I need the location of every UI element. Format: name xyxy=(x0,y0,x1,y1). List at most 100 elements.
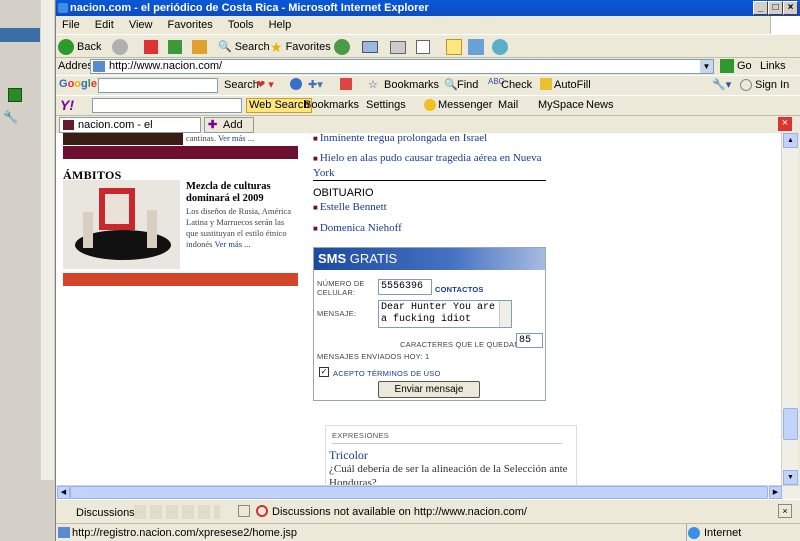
go-icon[interactable] xyxy=(720,59,734,73)
ambitos-image[interactable] xyxy=(63,180,180,269)
phone-number-field[interactable]: 5556396 xyxy=(378,279,432,295)
news-link-hielo[interactable]: Hielo en alas pudo causar tragedia aérea… xyxy=(313,152,542,179)
status-divider xyxy=(686,524,687,541)
search-button[interactable]: 🔍 Search xyxy=(218,38,270,56)
menu-tools[interactable]: Tools xyxy=(228,19,254,31)
google-find-button[interactable]: Find xyxy=(457,79,478,91)
popup-blocker-icon[interactable] xyxy=(340,78,352,90)
yahoo-news-button[interactable]: News xyxy=(586,99,614,111)
send-message-button[interactable]: Enviar mensaje xyxy=(378,381,480,398)
yahoo-web-search-button[interactable]: Web Search xyxy=(246,98,313,113)
hscroll-thumb[interactable] xyxy=(70,486,768,499)
find-icon: 🔍 xyxy=(444,79,458,91)
scroll-up-icon[interactable]: ▲ xyxy=(783,133,798,148)
tab-current[interactable]: nacion.com - el periódico de Cos... xyxy=(59,117,201,145)
address-url: http://www.nacion.com/ xyxy=(109,60,223,72)
home-icon xyxy=(192,40,207,54)
yahoo-search-input[interactable] xyxy=(92,98,242,113)
back-button[interactable]: Back xyxy=(58,38,101,56)
yahoo-myspace-button[interactable]: MySpace xyxy=(538,99,584,111)
links-button[interactable]: Links xyxy=(760,60,786,72)
menu-favorites[interactable]: Favorites xyxy=(168,19,213,31)
google-search-button[interactable]: Search xyxy=(224,79,259,91)
close-discussions-button[interactable]: × xyxy=(778,504,792,518)
menu-edit[interactable]: Edit xyxy=(95,19,114,31)
scroll-left-icon[interactable]: ◀ xyxy=(57,486,70,499)
add-tab-button[interactable]: ✚ Add Tab xyxy=(204,117,254,145)
enviados-count: 1 xyxy=(424,352,430,361)
yahoo-mail-button[interactable]: Mail xyxy=(498,99,518,111)
search-label: Search xyxy=(234,41,270,53)
menu-file[interactable]: File xyxy=(62,19,80,31)
yahoo-bookmarks-button[interactable]: Bookmarks xyxy=(304,99,359,111)
obituario-link-estelle[interactable]: Estelle Bennett xyxy=(320,201,387,213)
google-autofill-button[interactable]: AutoFill xyxy=(554,79,591,91)
go-arrow-icon xyxy=(8,88,22,102)
go-button[interactable]: Go xyxy=(737,60,752,72)
plus-icon[interactable]: ✚▾ xyxy=(308,78,323,91)
menu-view[interactable]: View xyxy=(129,19,153,31)
top-news-more-link[interactable]: Ver más ... xyxy=(218,133,254,143)
horizontal-scrollbar[interactable]: ◀ ▶ xyxy=(56,485,800,499)
terms-link[interactable]: ACEPTO TÉRMINOS DE USO xyxy=(333,369,440,378)
settings-wrench-icon[interactable]: 🔧▾ xyxy=(712,78,731,91)
close-button[interactable]: × xyxy=(783,1,798,15)
forward-button[interactable] xyxy=(112,38,128,56)
home-button[interactable] xyxy=(192,38,207,56)
ambitos-title[interactable]: Mezcla de culturas dominará el 2009 xyxy=(186,181,298,205)
scroll-thumb[interactable] xyxy=(783,408,798,440)
refresh-button[interactable] xyxy=(168,38,182,56)
google-search-input[interactable] xyxy=(98,78,218,93)
mail-button[interactable] xyxy=(362,38,378,56)
minimize-button[interactable]: _ xyxy=(753,1,768,15)
terms-checkbox[interactable]: ✓ xyxy=(319,367,329,377)
obituario-heading: OBITUARIO xyxy=(313,187,374,199)
section-divider-maroon xyxy=(63,146,298,159)
favorites-label: Favorites xyxy=(285,41,331,53)
quedan-label: CARACTERES QUE LE QUEDAN xyxy=(400,340,520,349)
google-check-button[interactable]: Check xyxy=(501,79,532,91)
top-news-snippet: cantinas. xyxy=(186,133,216,143)
google-bookmarks-button[interactable]: Bookmarks xyxy=(384,79,439,91)
favorites-button[interactable]: ★ Favorites xyxy=(270,38,331,56)
close-tab-button[interactable]: × xyxy=(778,117,792,131)
google-tools-icon[interactable]: ❤ ▾ xyxy=(256,78,274,91)
address-dropdown-icon[interactable]: ▼ xyxy=(700,60,713,73)
obituario-item: ■ Domenica Niehoff xyxy=(313,222,402,234)
ambitos-more-link[interactable]: Ver más ... xyxy=(214,239,250,249)
discussion-tools-icons[interactable] xyxy=(134,505,220,519)
menu-help[interactable]: Help xyxy=(269,19,292,31)
stop-button[interactable] xyxy=(144,38,158,56)
chair-right-shape xyxy=(147,210,157,248)
address-input[interactable]: http://www.nacion.com/ ▼ xyxy=(90,59,714,74)
yahoo-settings-button[interactable]: Settings xyxy=(366,99,406,111)
back-arrow-icon xyxy=(58,39,74,55)
yahoo-messenger-button[interactable]: Messenger xyxy=(438,99,492,111)
scroll-down-icon[interactable]: ▼ xyxy=(783,470,798,485)
research-button[interactable] xyxy=(468,38,484,56)
discuss-button[interactable] xyxy=(446,38,462,56)
expresiones-link[interactable]: Tricolor xyxy=(329,448,368,463)
print-button[interactable] xyxy=(390,38,406,56)
message-scrollbar[interactable] xyxy=(499,301,511,327)
history-button[interactable] xyxy=(334,38,350,56)
obituario-link-domenica[interactable]: Domenica Niehoff xyxy=(320,222,402,234)
messenger-button[interactable] xyxy=(492,38,508,56)
edit-button[interactable] xyxy=(416,38,430,56)
message-textarea[interactable]: Dear Hunter You are a fucking idiot xyxy=(378,300,512,328)
google-signin-button[interactable]: Sign In xyxy=(755,79,789,91)
yahoo-logo: Y! xyxy=(60,97,74,113)
vertical-scrollbar[interactable]: ▲ ▼ xyxy=(781,133,798,485)
scroll-right-icon[interactable]: ▶ xyxy=(769,486,782,499)
discussions-bar: Discussions ▾ Discussions not available … xyxy=(56,499,800,523)
news-link-tregua[interactable]: Inminente tregua prolongada en Israel xyxy=(320,133,487,144)
status-page-icon xyxy=(58,527,70,538)
back-label: Back xyxy=(77,41,102,53)
contactos-link[interactable]: CONTACTOS xyxy=(435,285,484,294)
research-icon xyxy=(468,39,484,55)
window-title: nacion.com - el periódico de Costa Rica … xyxy=(70,2,429,14)
pagerank-icon[interactable] xyxy=(290,78,302,90)
maximize-button[interactable]: □ xyxy=(768,1,783,15)
discussion-pane-icon[interactable] xyxy=(238,505,250,517)
chair-left-shape xyxy=(83,212,93,248)
